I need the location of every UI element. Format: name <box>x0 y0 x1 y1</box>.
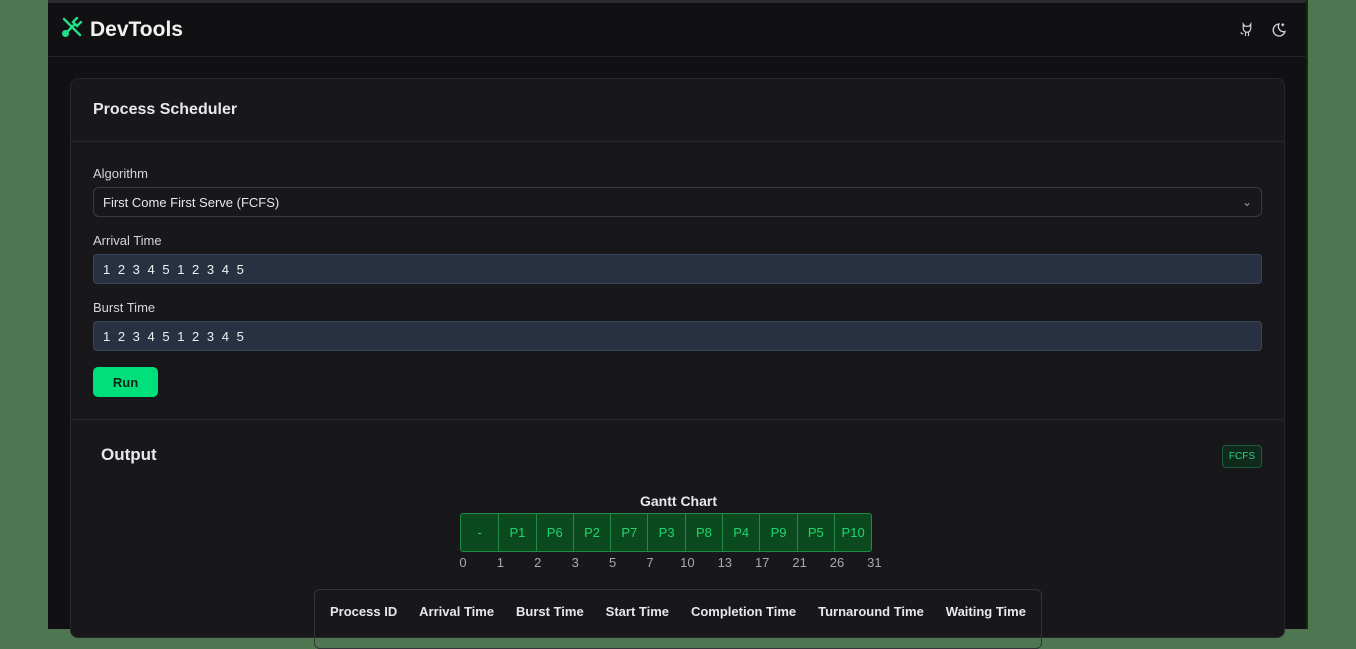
gantt-block: P5 <box>796 514 834 551</box>
gantt-tick: 17 <box>754 555 770 570</box>
process-scheduler-card: Process Scheduler Algorithm First Come F… <box>70 78 1285 649</box>
gantt-tick: 26 <box>829 555 845 570</box>
column-header: Completion Time <box>690 604 797 619</box>
burst-time-label: Burst Time <box>93 300 156 315</box>
gantt-title: Gantt Chart <box>640 493 717 509</box>
column-header: Burst Time <box>516 604 584 619</box>
divider <box>71 419 1284 420</box>
output-title: Output <box>101 445 157 464</box>
tools-icon <box>60 15 84 45</box>
gantt-tick: 3 <box>571 555 579 570</box>
gantt-tick: 21 <box>792 555 807 570</box>
moon-icon[interactable] <box>1270 21 1288 39</box>
algorithm-label: Algorithm <box>93 166 148 181</box>
gantt-tick: 10 <box>680 555 695 570</box>
column-header: Start Time <box>605 604 669 619</box>
gantt-tick: 31 <box>867 555 882 570</box>
gantt-block: P3 <box>647 514 684 551</box>
card-title: Process Scheduler <box>71 79 1284 142</box>
results-table-header: Process ID Arrival Time Burst Time Start Ti… <box>314 589 1042 649</box>
app-window: DevTools Process Scheduler Algorithm Fir… <box>48 0 1308 649</box>
column-header: Waiting Time <box>945 604 1026 619</box>
gantt-tick: 5 <box>608 555 617 570</box>
gantt-block: P9 <box>759 514 796 551</box>
chevron-down-icon: ⌄ <box>1241 195 1252 209</box>
gantt-block: P4 <box>722 514 759 551</box>
gantt-ticks: 0 1 2 3 5 7 10 13 17 21 26 31 <box>459 555 881 571</box>
gantt-block: P6 <box>535 514 573 551</box>
gantt-tick: 1 <box>496 555 505 570</box>
run-button[interactable]: Run <box>93 367 158 397</box>
column-header: Turnaround Time <box>818 604 924 619</box>
gantt-block: P8 <box>684 514 722 551</box>
app-title: DevTools <box>90 17 183 41</box>
gantt-tick: 2 <box>534 555 542 570</box>
gantt-tick: 7 <box>646 555 654 570</box>
gantt-tick: 13 <box>717 555 733 570</box>
arrival-time-label: Arrival Time <box>93 233 162 248</box>
gantt-block: P1 <box>498 514 535 551</box>
gantt-chart: - P1 P6 P2 P7 P3 P8 P4 P9 P5 P10 <box>460 513 873 552</box>
column-header: Process ID <box>330 604 398 619</box>
arrival-time-input[interactable]: 1 2 3 4 5 1 2 3 4 5 <box>93 254 1262 284</box>
gantt-tick: 0 <box>459 555 467 570</box>
gantt-block: P2 <box>572 514 610 551</box>
algorithm-value: First Come First Serve (FCFS) <box>103 194 280 210</box>
logo[interactable]: DevTools <box>60 15 183 45</box>
github-icon[interactable] <box>1238 21 1256 39</box>
top-bar: DevTools <box>48 0 1306 57</box>
gantt-block: - <box>477 525 482 540</box>
burst-time-input[interactable]: 1 2 3 4 5 1 2 3 4 5 <box>93 321 1262 351</box>
column-header: Arrival Time <box>419 604 495 619</box>
gantt-block: P10 <box>833 514 871 551</box>
algorithm-select[interactable]: First Come First Serve (FCFS) ⌄ <box>93 187 1262 217</box>
algorithm-badge: FCFS <box>1221 445 1262 468</box>
gantt-block: P7 <box>610 514 647 551</box>
